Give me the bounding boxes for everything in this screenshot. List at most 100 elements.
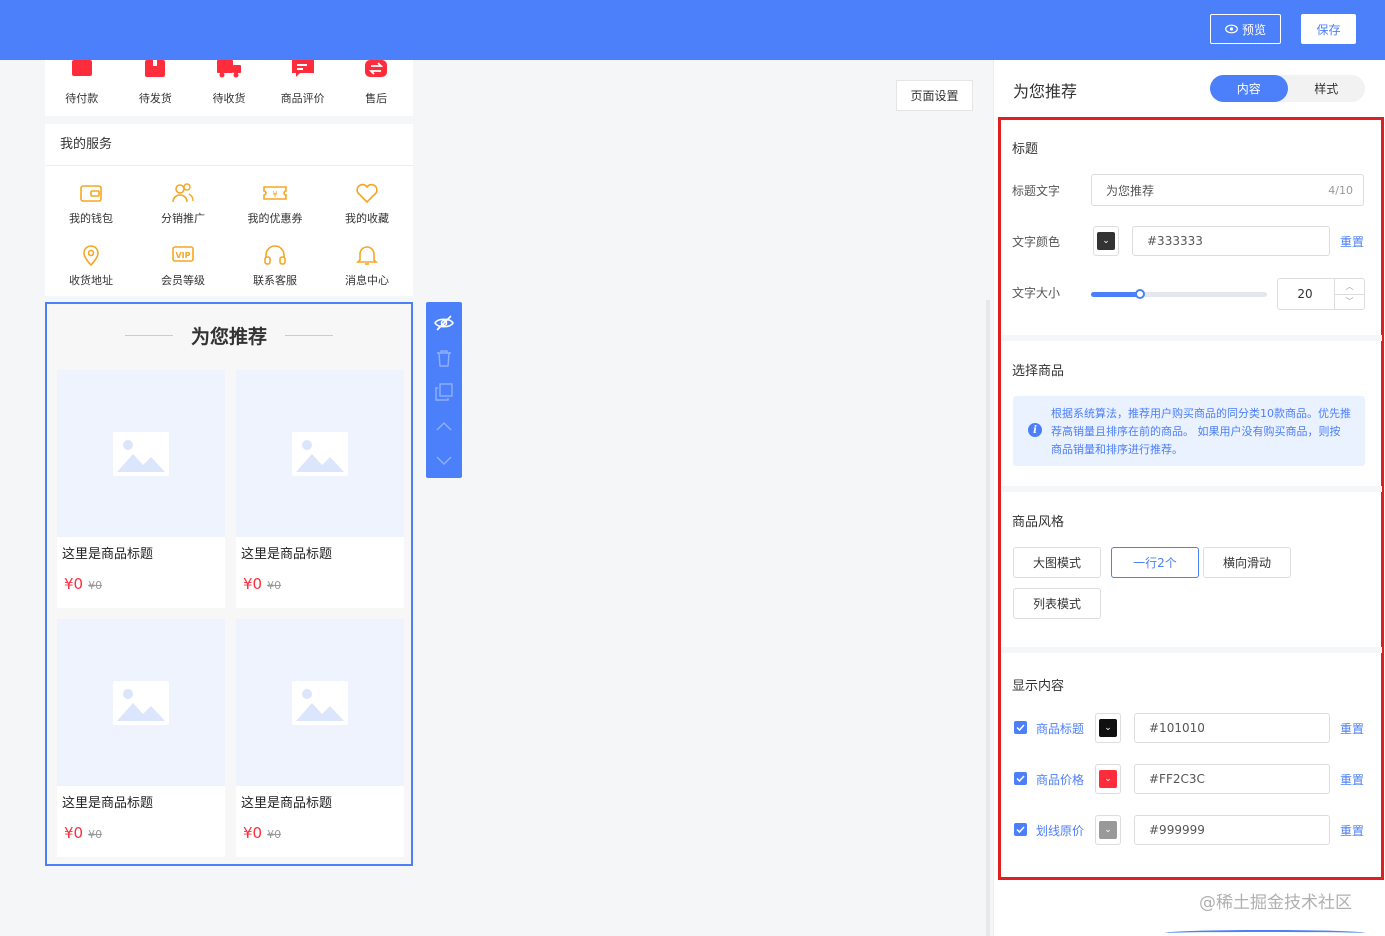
section-style-heading: 商品风格: [1012, 515, 1065, 530]
svg-text:VIP: VIP: [175, 251, 190, 260]
goods-image-placeholder: [57, 619, 225, 786]
tab-style[interactable]: 样式: [1288, 75, 1366, 102]
service-wallet[interactable]: 我的钱包: [45, 172, 137, 234]
chevron-up-icon: [436, 422, 452, 431]
service-coupons[interactable]: ¥ 我的优惠券: [229, 172, 321, 234]
service-label: 会员等级: [161, 273, 205, 287]
text-size-slider[interactable]: [1091, 289, 1267, 299]
goods-price-color-swatch[interactable]: ⌄: [1095, 764, 1121, 794]
original-price-color-swatch[interactable]: ⌄: [1095, 815, 1121, 845]
goods-original-price: ¥0: [88, 828, 103, 841]
save-button[interactable]: 保存: [1301, 14, 1356, 44]
goods-image-placeholder: [236, 370, 404, 537]
goods-card[interactable]: 这里是商品标题 ¥0 ¥0: [57, 370, 225, 608]
refund-red-icon: [365, 60, 388, 77]
copy-button[interactable]: [426, 375, 462, 409]
goods-card[interactable]: 这里是商品标题 ¥0 ¥0: [236, 370, 404, 608]
order-label: 待收货: [212, 92, 246, 105]
package-red-icon: [145, 60, 166, 77]
goods-card[interactable]: 这里是商品标题 ¥0 ¥0: [236, 619, 404, 857]
original-price-color-input[interactable]: #999999: [1134, 815, 1330, 845]
text-size-value: 20: [1297, 287, 1313, 301]
goods-title-color-reset[interactable]: 重置: [1340, 720, 1364, 737]
copy-icon: [435, 383, 453, 401]
hide-button[interactable]: [426, 306, 462, 340]
service-vip[interactable]: VIP 会员等级: [137, 234, 229, 296]
text-size-stepper[interactable]: 20 ︿ ﹀: [1277, 278, 1365, 310]
image-icon: [113, 431, 169, 476]
text-color-value: #333333: [1147, 234, 1203, 248]
service-favorites[interactable]: 我的收藏: [321, 172, 413, 234]
display-goods-price-label: 商品价格: [1036, 773, 1085, 787]
slider-handle[interactable]: [1135, 289, 1146, 299]
text-color-swatch[interactable]: ⌄: [1093, 226, 1119, 256]
slider-fill: [1091, 292, 1141, 297]
goods-price-color-input[interactable]: #FF2C3C: [1134, 764, 1330, 794]
style-option-list[interactable]: 列表模式: [1013, 588, 1101, 619]
page-settings-button[interactable]: 页面设置: [896, 80, 973, 111]
section-divider: [1002, 486, 1382, 492]
goods-price: ¥0: [64, 824, 84, 842]
order-item-pending-ship[interactable]: 待发货: [119, 60, 193, 116]
recommend-block[interactable]: 为您推荐 这里是商品标题 ¥0 ¥0 这里是商品标题 ¥0 ¥0 这里是商品标题…: [45, 302, 413, 866]
display-goods-title-label: 商品标题: [1036, 722, 1085, 736]
goods-price-color-value: #FF2C3C: [1149, 772, 1205, 786]
wallet-red-icon: [71, 60, 92, 76]
order-status-bar: 待付款 待发货 待收货 商品评价 售后: [45, 60, 413, 116]
chevron-down-icon: ⌄: [1099, 719, 1117, 737]
move-down-button[interactable]: [426, 444, 462, 478]
display-original-price-label: 划线原价: [1036, 824, 1085, 838]
top-bar: 预览 保存: [0, 0, 1385, 60]
stepper-up-icon[interactable]: ︿: [1335, 279, 1364, 295]
goods-price-color-reset[interactable]: 重置: [1340, 771, 1364, 788]
eye-icon: [1225, 24, 1238, 34]
check-icon: [1016, 724, 1025, 731]
text-size-label: 文字大小: [1012, 286, 1061, 300]
goods-title: 这里是商品标题: [62, 547, 154, 562]
bell-icon: [356, 245, 378, 265]
move-up-button[interactable]: [426, 409, 462, 443]
title-text-input[interactable]: 为您推荐 4/10: [1091, 174, 1364, 206]
heart-icon: [356, 183, 378, 203]
chevron-down-icon: [436, 456, 452, 465]
goods-price: ¥0: [64, 575, 84, 593]
chevron-down-icon: ⌄: [1099, 821, 1117, 839]
checkbox-goods-price[interactable]: [1014, 772, 1027, 785]
stepper-down-icon[interactable]: ﹀: [1335, 295, 1364, 310]
tab-content[interactable]: 内容: [1210, 75, 1288, 102]
style-option-big-image[interactable]: 大图模式: [1013, 547, 1101, 578]
title-divider-left: [124, 335, 173, 336]
service-messages[interactable]: 消息中心: [321, 234, 413, 296]
goods-price: ¥0: [243, 575, 263, 593]
service-label: 我的钱包: [69, 211, 113, 225]
preview-button[interactable]: 预览: [1210, 14, 1281, 44]
wallet-icon: [80, 184, 102, 202]
order-item-review[interactable]: 商品评价: [266, 60, 340, 116]
service-distribution[interactable]: 分销推广: [137, 172, 229, 234]
original-price-color-reset[interactable]: 重置: [1340, 822, 1364, 839]
service-support[interactable]: 联系客服: [229, 234, 321, 296]
section-goods-heading: 选择商品: [1012, 364, 1065, 379]
style-option-two-per-row[interactable]: 一行2个: [1111, 547, 1199, 578]
order-item-pending-receive[interactable]: 待收货: [192, 60, 266, 116]
location-icon: [83, 244, 99, 266]
recommend-notice: i 根据系统算法，推荐用户购买商品的同分类10款商品。优先推荐高销量且排序在前的…: [1013, 396, 1365, 466]
checkbox-original-price[interactable]: [1014, 823, 1027, 836]
checkbox-goods-title[interactable]: [1014, 721, 1027, 734]
headset-icon: [264, 244, 286, 265]
canvas-scrollbar[interactable]: [986, 300, 990, 936]
goods-title-color-input[interactable]: #101010: [1134, 713, 1330, 743]
text-color-reset[interactable]: 重置: [1340, 233, 1364, 250]
image-icon: [292, 680, 348, 725]
goods-price: ¥0: [243, 824, 263, 842]
order-item-after-sale[interactable]: 售后: [339, 60, 413, 116]
style-option-horizontal-scroll[interactable]: 横向滑动: [1203, 547, 1291, 578]
service-address[interactable]: 收货地址: [45, 234, 137, 296]
text-color-input[interactable]: #333333: [1132, 226, 1330, 256]
goods-card[interactable]: 这里是商品标题 ¥0 ¥0: [57, 619, 225, 857]
order-label: 待付款: [65, 92, 99, 105]
component-toolbar: [426, 302, 462, 478]
delete-button[interactable]: [426, 340, 462, 374]
goods-title-color-swatch[interactable]: ⌄: [1095, 713, 1121, 743]
order-item-pending-payment[interactable]: 待付款: [45, 60, 119, 116]
